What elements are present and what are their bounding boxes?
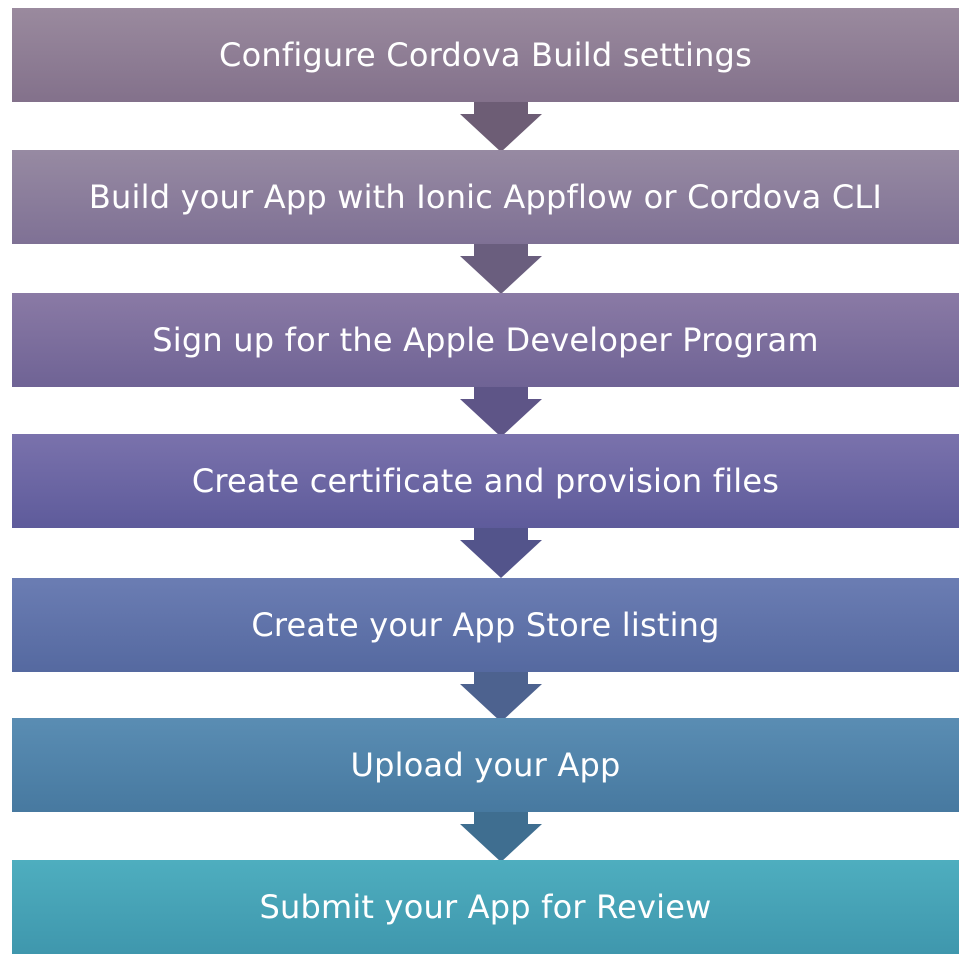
- step-label: Build your App with Ionic Appflow or Cor…: [88, 178, 883, 216]
- arrow-shape: [460, 244, 542, 294]
- step-label: Submit your App for Review: [259, 888, 712, 926]
- step-label: Upload your App: [350, 746, 621, 784]
- arrow-shape: [460, 387, 542, 437]
- step-upload-your-app: Upload your App: [12, 718, 959, 812]
- step-build-your-app: Build your App with Ionic Appflow or Cor…: [12, 150, 959, 244]
- arrow-shape: [460, 102, 542, 152]
- step-label: Configure Cordova Build settings: [219, 36, 752, 74]
- step-label: Create your App Store listing: [251, 606, 720, 644]
- arrow-shape: [460, 672, 542, 722]
- down-arrow-icon: [460, 672, 542, 722]
- step-submit-app-for-review: Submit your App for Review: [12, 860, 959, 954]
- step-create-app-store-listing: Create your App Store listing: [12, 578, 959, 672]
- down-arrow-icon: [460, 102, 542, 152]
- down-arrow-icon: [460, 244, 542, 294]
- step-label: Create certificate and provision files: [191, 462, 780, 500]
- step-configure-cordova-build-settings: Configure Cordova Build settings: [12, 8, 959, 102]
- step-label: Sign up for the Apple Developer Program: [152, 321, 819, 359]
- step-sign-up-apple-developer-program: Sign up for the Apple Developer Program: [12, 293, 959, 387]
- flowchart: Configure Cordova Build settings Build y…: [0, 0, 970, 954]
- arrow-shape: [460, 528, 542, 578]
- down-arrow-icon: [460, 812, 542, 862]
- down-arrow-icon: [460, 528, 542, 578]
- step-create-certificate-provision-files: Create certificate and provision files: [12, 434, 959, 528]
- arrow-shape: [460, 812, 542, 862]
- down-arrow-icon: [460, 387, 542, 437]
